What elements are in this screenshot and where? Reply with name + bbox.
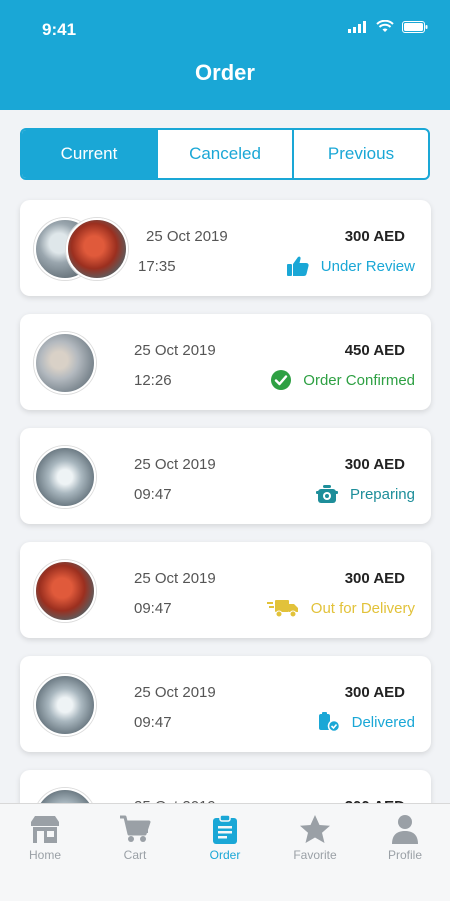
order-filter-tabs: Current Canceled Previous — [20, 128, 430, 180]
order-card[interactable]: 25 Oct 2019 09:47 300 AED Preparing — [20, 428, 431, 524]
nav-profile[interactable]: Profile — [365, 804, 445, 901]
nav-label: Order — [209, 848, 241, 862]
order-list: 25 Oct 2019 17:35 300 AED Under Review 2… — [20, 200, 431, 884]
wifi-icon — [376, 20, 394, 32]
order-time: 12:26 — [134, 372, 172, 389]
order-card[interactable]: 25 Oct 2019 09:47 300 AED Delivered — [20, 656, 431, 752]
order-status: Delivered — [318, 712, 415, 732]
clipboard-icon — [213, 814, 237, 844]
order-status: Under Review — [286, 256, 415, 276]
order-date: 25 Oct 2019 — [134, 456, 216, 473]
check-circle-icon — [271, 370, 292, 390]
order-status-label: Preparing — [349, 485, 415, 503]
order-thumbnails — [34, 560, 144, 622]
order-date: 25 Oct 2019 — [134, 684, 216, 701]
nav-label: Profile — [387, 848, 422, 862]
order-price: 300 AED — [344, 228, 405, 245]
bottom-navigation: Home Cart Order Favorite Profile — [0, 803, 450, 901]
tab-previous[interactable]: Previous — [292, 130, 428, 178]
order-time: 09:47 — [134, 600, 172, 617]
order-status-label: Out for Delivery — [310, 599, 415, 617]
tab-current[interactable]: Current — [22, 130, 156, 178]
order-date: 25 Oct 2019 — [134, 570, 216, 587]
nav-order[interactable]: Order — [185, 804, 265, 901]
store-icon — [31, 816, 59, 843]
order-thumbnails — [34, 674, 144, 736]
order-status: Out for Delivery — [266, 598, 415, 618]
order-thumbnails — [34, 446, 144, 508]
product-image — [34, 446, 96, 508]
star-icon — [300, 815, 330, 843]
status-icons — [348, 20, 428, 33]
delivery-truck-icon — [266, 600, 298, 618]
order-price: 300 AED — [344, 456, 405, 473]
order-price: 300 AED — [344, 570, 405, 587]
order-status-label: Under Review — [320, 257, 415, 275]
cooking-pot-icon — [315, 485, 338, 503]
order-date: 25 Oct 2019 — [146, 228, 228, 245]
order-card[interactable]: 25 Oct 2019 12:26 450 AED Order Confirme… — [20, 314, 431, 410]
order-card[interactable]: 25 Oct 2019 09:47 300 AED Out for Delive… — [20, 542, 431, 638]
order-date: 25 Oct 2019 — [134, 342, 216, 359]
nav-label: Favorite — [293, 848, 337, 862]
product-image — [34, 560, 96, 622]
battery-icon — [402, 20, 428, 33]
order-status-label: Order Confirmed — [303, 371, 415, 389]
order-thumbnails — [34, 332, 144, 394]
order-thumbnails — [34, 218, 144, 280]
product-image — [34, 332, 96, 394]
nav-cart[interactable]: Cart — [95, 804, 175, 901]
status-time: 9:41 — [42, 20, 77, 39]
cart-icon — [120, 815, 151, 842]
order-price: 300 AED — [344, 684, 405, 701]
order-time: 09:47 — [134, 486, 172, 503]
delivered-package-icon — [318, 712, 340, 732]
nav-favorite[interactable]: Favorite — [275, 804, 355, 901]
product-image — [34, 674, 96, 736]
nav-home[interactable]: Home — [5, 804, 85, 901]
app-header: 9:41 Order — [0, 0, 450, 110]
order-status: Preparing — [315, 484, 415, 504]
thumbs-up-icon — [286, 256, 309, 276]
tab-canceled[interactable]: Canceled — [156, 130, 292, 178]
order-status-label: Delivered — [351, 713, 415, 731]
nav-label: Home — [28, 848, 61, 862]
order-status: Order Confirmed — [271, 370, 415, 390]
signal-icon — [348, 20, 366, 33]
page-title: Order — [195, 60, 255, 85]
order-price: 450 AED — [344, 342, 405, 359]
nav-label: Cart — [123, 848, 147, 862]
order-card[interactable]: 25 Oct 2019 17:35 300 AED Under Review — [20, 200, 431, 296]
product-image — [66, 218, 128, 280]
order-time: 09:47 — [134, 714, 172, 731]
order-time: 17:35 — [138, 258, 176, 275]
person-icon — [392, 815, 418, 844]
